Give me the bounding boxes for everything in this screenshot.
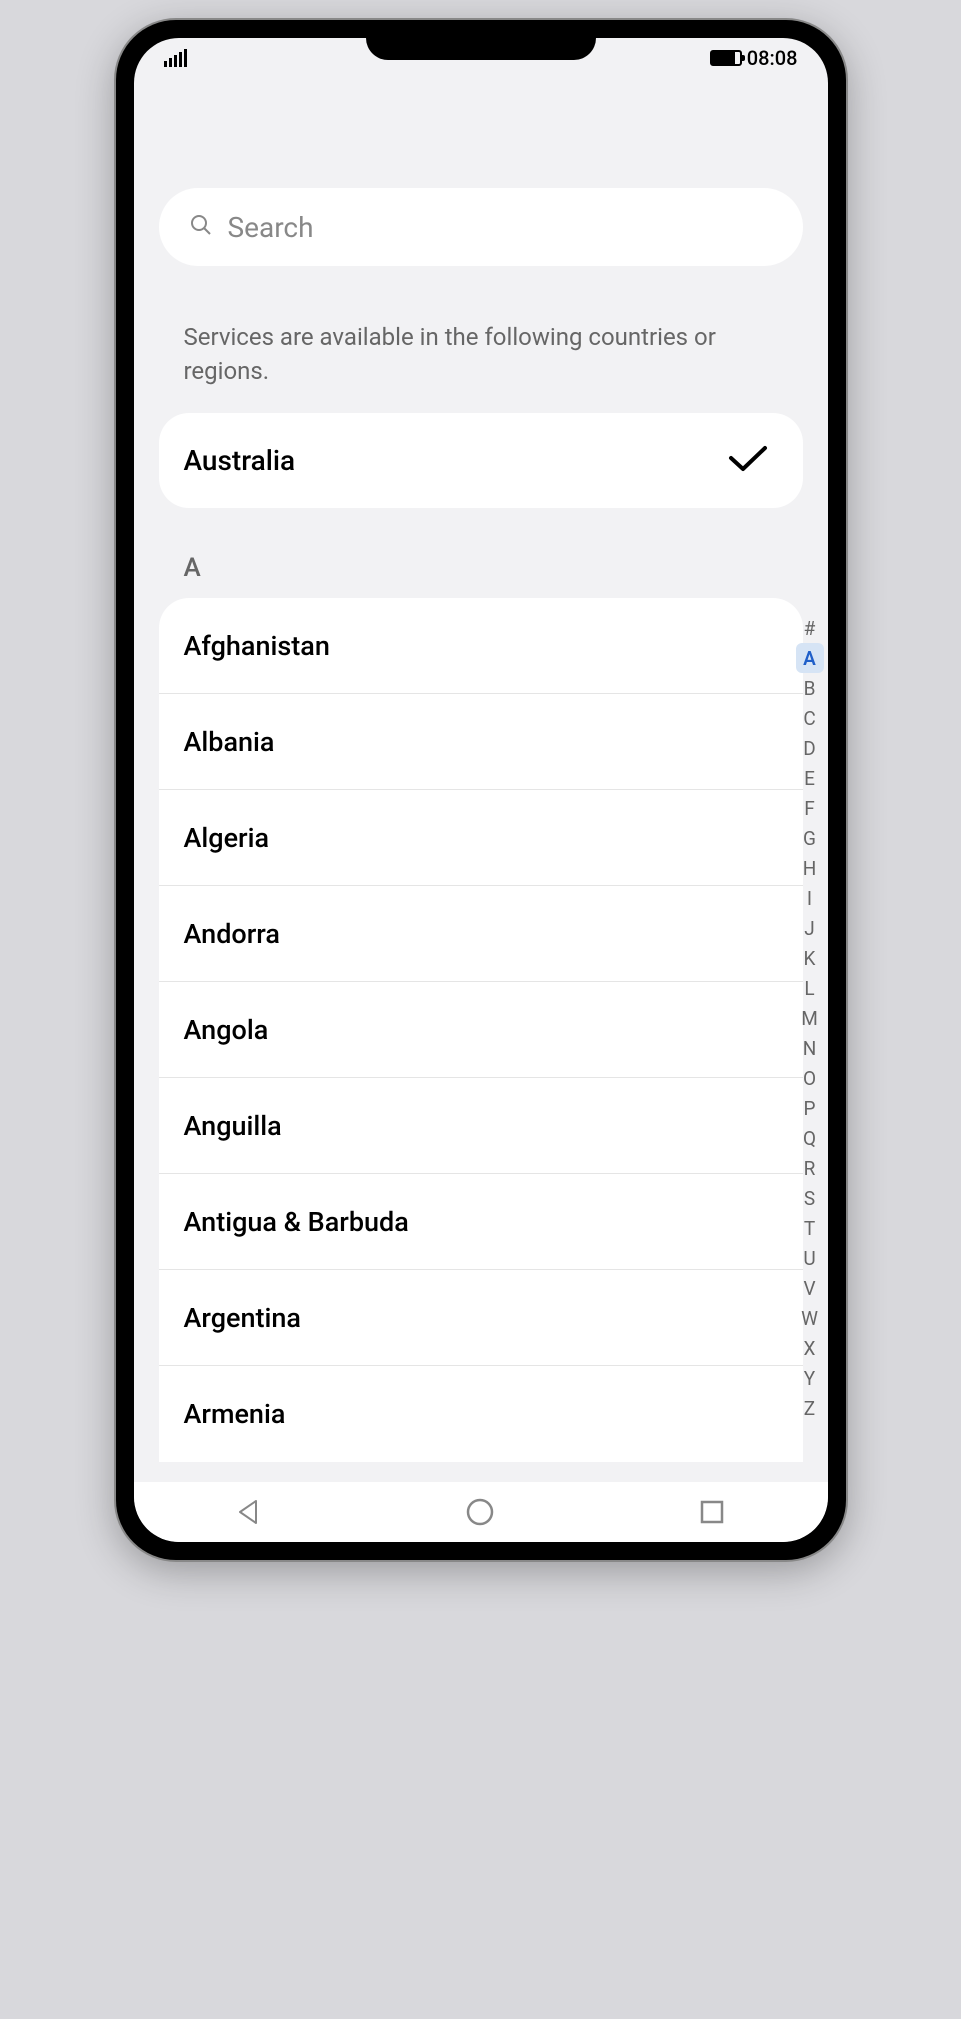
- alpha-letter[interactable]: #: [796, 613, 824, 643]
- content-area: Services are available in the following …: [134, 78, 828, 1482]
- status-time: 08:08: [747, 46, 798, 70]
- search-icon: [189, 213, 213, 241]
- list-item-label: Algeria: [184, 822, 270, 854]
- alpha-letter[interactable]: B: [796, 673, 824, 703]
- phone-frame: 08:08 Services are available in the foll…: [116, 20, 846, 1560]
- navigation-bar: [134, 1482, 828, 1542]
- alpha-letter[interactable]: X: [796, 1333, 824, 1363]
- home-button[interactable]: [440, 1492, 520, 1532]
- signal-icon: [164, 49, 187, 67]
- list-item[interactable]: Albania: [159, 694, 803, 790]
- list-item-label: Antigua & Barbuda: [184, 1206, 409, 1238]
- list-item-label: Afghanistan: [184, 630, 330, 662]
- alpha-letter[interactable]: C: [796, 703, 824, 733]
- alpha-letter[interactable]: M: [796, 1003, 824, 1033]
- alpha-letter[interactable]: N: [796, 1033, 824, 1063]
- alpha-letter[interactable]: A: [796, 643, 824, 673]
- alpha-letter[interactable]: W: [796, 1303, 824, 1333]
- alpha-letter[interactable]: V: [796, 1273, 824, 1303]
- list-item[interactable]: Angola: [159, 982, 803, 1078]
- alpha-letter[interactable]: F: [796, 793, 824, 823]
- list-item-label: Anguilla: [184, 1110, 282, 1142]
- alpha-letter[interactable]: Y: [796, 1363, 824, 1393]
- info-text: Services are available in the following …: [134, 266, 828, 413]
- alpha-letter[interactable]: P: [796, 1093, 824, 1123]
- check-icon: [728, 444, 768, 478]
- list-item[interactable]: Anguilla: [159, 1078, 803, 1174]
- back-button[interactable]: [209, 1492, 289, 1532]
- search-box[interactable]: [159, 188, 803, 266]
- list-item-label: Albania: [184, 726, 275, 758]
- status-left: [164, 49, 187, 67]
- list-item-label: Argentina: [184, 1302, 301, 1334]
- alpha-letter[interactable]: O: [796, 1063, 824, 1093]
- list-item-label: Andorra: [184, 918, 280, 950]
- search-container: [134, 78, 828, 266]
- alpha-letter[interactable]: R: [796, 1153, 824, 1183]
- alpha-letter[interactable]: S: [796, 1183, 824, 1213]
- alpha-letter[interactable]: L: [796, 973, 824, 1003]
- alpha-letter[interactable]: U: [796, 1243, 824, 1273]
- list-item[interactable]: Andorra: [159, 886, 803, 982]
- phone-notch: [366, 20, 596, 60]
- alpha-letter[interactable]: I: [796, 883, 824, 913]
- selected-country-item[interactable]: Australia: [159, 413, 803, 508]
- list-item[interactable]: Armenia: [159, 1366, 803, 1462]
- list-item-label: Angola: [184, 1014, 269, 1046]
- alpha-letter[interactable]: J: [796, 913, 824, 943]
- section-header: A: [134, 508, 828, 598]
- list-item[interactable]: Antigua & Barbuda: [159, 1174, 803, 1270]
- battery-icon: [710, 50, 742, 66]
- list-item-label: Armenia: [184, 1398, 286, 1430]
- screen: 08:08 Services are available in the foll…: [134, 38, 828, 1542]
- status-right: 08:08: [710, 46, 798, 70]
- alpha-letter[interactable]: D: [796, 733, 824, 763]
- recent-button[interactable]: [672, 1492, 752, 1532]
- alpha-letter[interactable]: E: [796, 763, 824, 793]
- list-item[interactable]: Afghanistan: [159, 598, 803, 694]
- list-item[interactable]: Argentina: [159, 1270, 803, 1366]
- selected-country-label: Australia: [184, 444, 296, 477]
- alpha-letter[interactable]: K: [796, 943, 824, 973]
- search-input[interactable]: [228, 211, 773, 244]
- alpha-letter[interactable]: G: [796, 823, 824, 853]
- alpha-letter[interactable]: T: [796, 1213, 824, 1243]
- alpha-index[interactable]: #ABCDEFGHIJKLMNOPQRSTUVWXYZ: [796, 613, 824, 1423]
- alpha-letter[interactable]: H: [796, 853, 824, 883]
- alpha-letter[interactable]: Z: [796, 1393, 824, 1423]
- country-list: Afghanistan Albania Algeria Andorra Ango…: [159, 598, 803, 1462]
- alpha-letter[interactable]: Q: [796, 1123, 824, 1153]
- list-item[interactable]: Algeria: [159, 790, 803, 886]
